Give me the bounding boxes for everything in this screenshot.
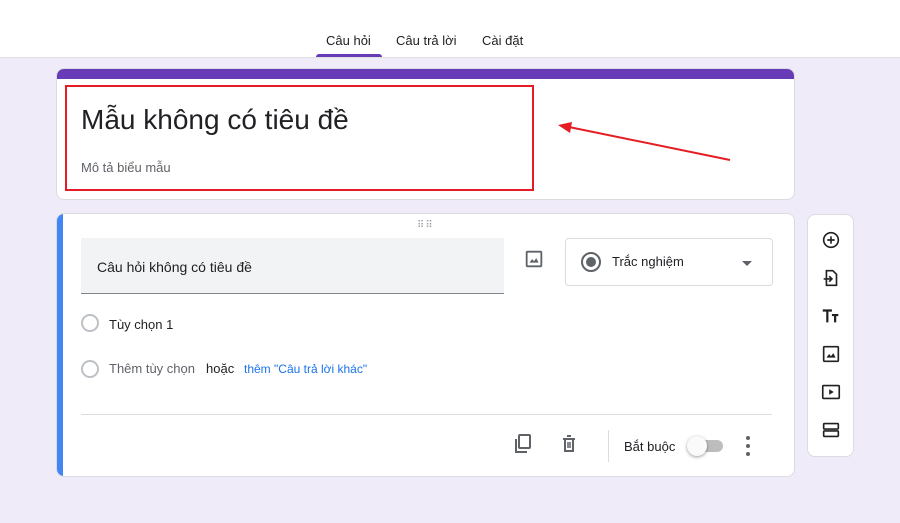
duplicate-icon[interactable] [511,432,535,456]
toggle-thumb [687,436,707,456]
question-title: Câu hỏi không có tiêu đề [97,259,252,275]
header-accent-bar [57,69,794,79]
delete-icon[interactable] [557,432,581,456]
footer-vertical-divider [608,430,609,462]
footer-divider [81,414,772,415]
option-1-text[interactable]: Tùy chọn 1 [109,317,173,332]
more-options-icon[interactable] [745,434,751,458]
tab-questions[interactable]: Câu hỏi [326,33,371,48]
required-label: Bắt buộc [624,439,676,454]
active-question-indicator [57,214,63,476]
or-text: hoặc [206,361,235,376]
question-title-field[interactable]: Câu hỏi không có tiêu đề [81,238,504,294]
add-question-icon[interactable] [820,229,842,251]
import-question-icon[interactable] [820,267,842,289]
floating-toolbar [807,214,854,457]
add-image-icon[interactable] [523,248,545,270]
title-text-icon[interactable] [820,305,842,327]
video-icon[interactable] [820,381,842,403]
tab-responses[interactable]: Câu trả lời [396,33,457,48]
radio-button-icon [581,252,601,272]
active-tab-indicator [316,54,382,57]
option-radio-icon [81,314,99,332]
question-type-dropdown[interactable]: Trắc nghiệm [565,238,773,286]
add-option-link[interactable]: Thêm tùy chọn [109,361,195,376]
top-nav-bar: Câu hỏi Câu trả lời Cài đặt [0,0,900,58]
question-type-label: Trắc nghiệm [612,254,684,269]
section-icon[interactable] [820,419,842,441]
add-option-radio-icon [81,360,99,378]
question-card[interactable]: ⠿⠿ Câu hỏi không có tiêu đề Trắc nghiệm … [56,213,795,477]
annotation-arrow [558,122,731,161]
required-toggle[interactable] [687,436,723,456]
image-icon[interactable] [820,343,842,365]
add-other-link[interactable]: thêm "Câu trả lời khác" [244,362,367,376]
tab-settings[interactable]: Cài đặt [482,33,523,48]
annotation-highlight-box [65,85,534,191]
dropdown-arrow-icon [742,261,752,266]
drag-handle-icon[interactable]: ⠿⠿ [417,220,434,231]
